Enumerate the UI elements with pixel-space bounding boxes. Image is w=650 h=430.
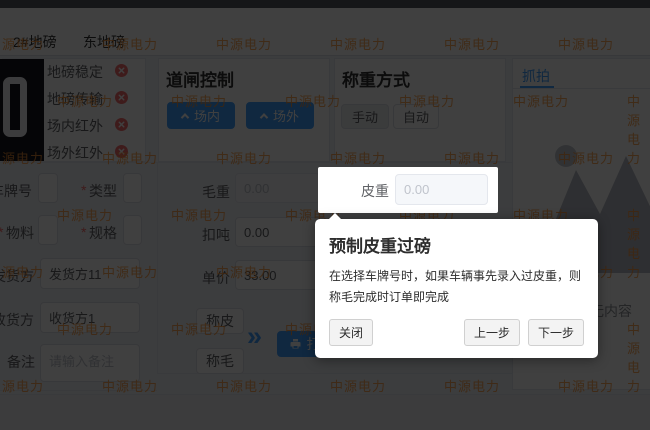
app-window: 2#地磅 东地磅 地磅稳定 地磅传输 场内红外 场外红外 道闸控制 场内 场外 … [0,0,650,430]
popover-footer: 关闭 上一步 下一步 [329,319,584,346]
tour-prev-button[interactable]: 上一步 [464,319,520,346]
popover-title: 预制皮重过磅 [329,232,584,257]
popover-description: 在选择车牌号时，如果车辆事先录入过皮重，则称毛完成时订单即完成 [329,266,584,308]
tare-field-spotlight: 皮重 [318,167,498,213]
tour-next-button[interactable]: 下一步 [528,319,584,346]
tour-overlay [0,0,650,430]
popover-arrow-icon [329,213,341,219]
tare-weight-label: 皮重 [361,181,389,201]
tour-close-button[interactable]: 关闭 [329,319,373,346]
tour-popover: 预制皮重过磅 在选择车牌号时，如果车辆事先录入过皮重，则称毛完成时订单即完成 关… [315,219,598,358]
tare-weight-input[interactable] [395,174,488,205]
